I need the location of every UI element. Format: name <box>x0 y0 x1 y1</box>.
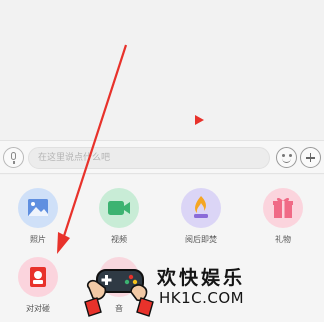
flame-icon <box>181 188 221 228</box>
video-camera-icon <box>99 188 139 228</box>
gift-icon <box>263 188 303 228</box>
burn-after-reading-label: 阅后即焚 <box>185 235 217 244</box>
photo-label: 照片 <box>30 235 46 244</box>
play-indicator-icon <box>195 115 204 125</box>
duidui-button[interactable]: 对对碰 <box>8 257 68 314</box>
microphone-icon <box>11 152 16 160</box>
video-button[interactable]: 视频 <box>89 188 149 245</box>
chat-message-area <box>0 0 324 140</box>
video-label: 视频 <box>111 235 127 244</box>
watermark-title: 欢快娱乐 <box>157 267 246 289</box>
emoji-icon <box>282 154 285 157</box>
input-bar: 在这里说点什么吧 <box>0 140 324 174</box>
duidui-label: 对对碰 <box>26 304 50 313</box>
burn-after-reading-button[interactable]: 阅后即焚 <box>171 188 231 245</box>
emoji-button[interactable] <box>276 147 297 168</box>
watermark-gamepad-logo <box>84 269 154 317</box>
duidui-icon <box>18 257 58 297</box>
watermark-domain: HK1C.COM <box>159 289 245 307</box>
photo-icon <box>18 188 58 228</box>
more-options-button[interactable] <box>300 147 321 168</box>
photo-button[interactable]: 照片 <box>8 188 68 245</box>
gift-label: 礼物 <box>275 235 291 244</box>
message-input[interactable]: 在这里说点什么吧 <box>28 147 270 169</box>
gift-button[interactable]: 礼物 <box>253 188 313 245</box>
voice-input-button[interactable] <box>3 147 24 168</box>
